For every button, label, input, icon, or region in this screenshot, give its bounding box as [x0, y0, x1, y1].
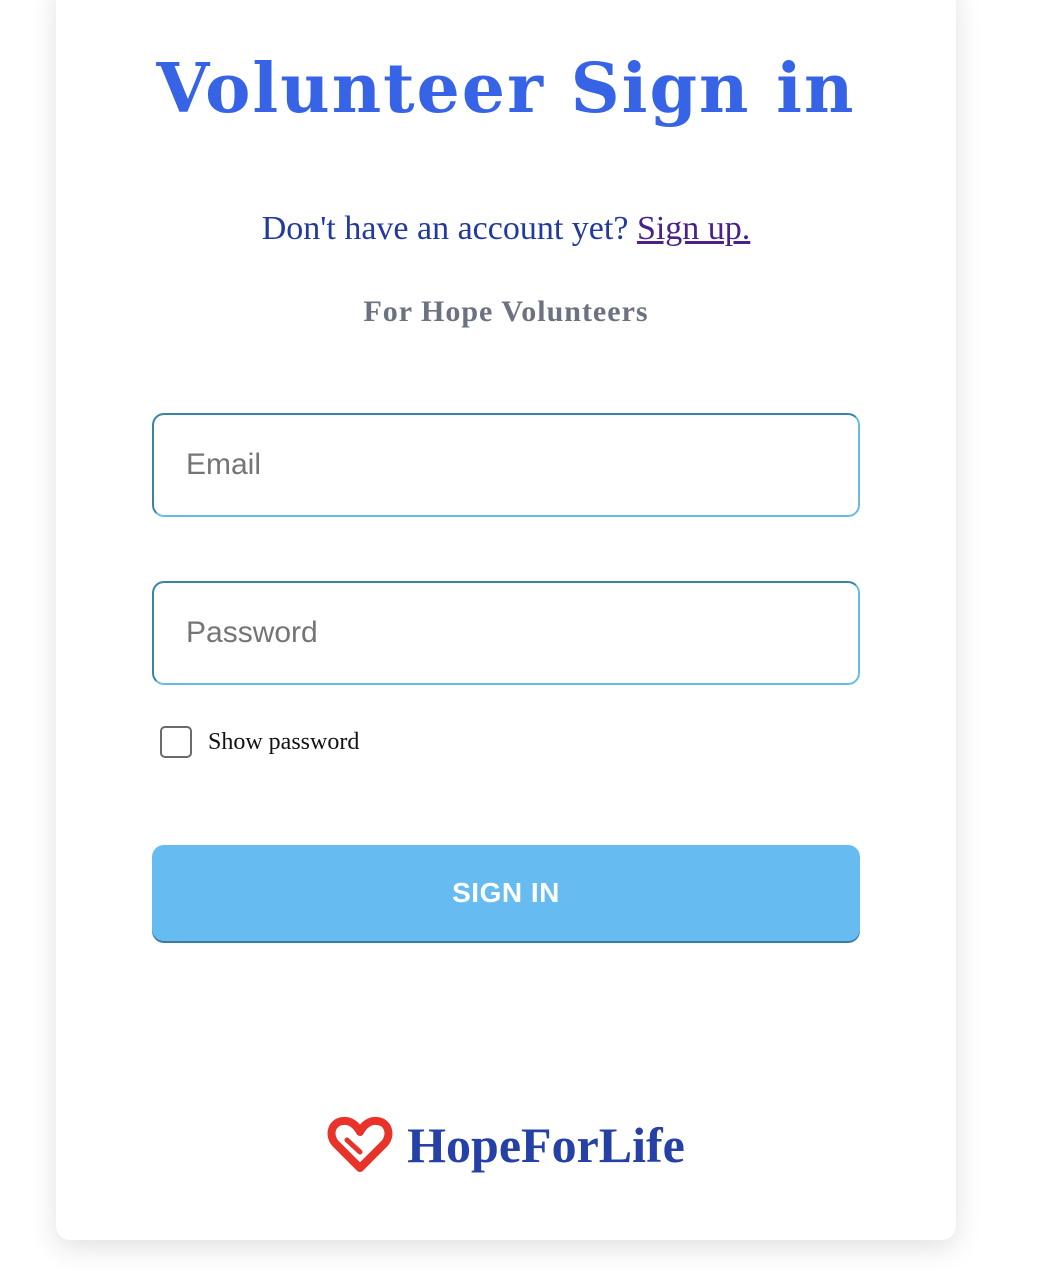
heart-logo-icon — [327, 1116, 393, 1172]
brand-footer: HopeForLife — [56, 1110, 956, 1180]
email-field[interactable] — [152, 413, 860, 517]
sign-in-button[interactable]: SIGN IN — [152, 845, 860, 941]
signup-link[interactable]: Sign up. — [637, 210, 750, 247]
page-title: Volunteer Sign in — [156, 49, 856, 129]
brand-name: HopeForLife — [407, 1117, 685, 1173]
signup-prompt-text: Don't have an account yet? — [261, 210, 629, 247]
password-field[interactable] — [152, 581, 860, 685]
show-password-row[interactable]: Show password — [160, 726, 359, 758]
signup-prompt-line: Don't have an account yet? Sign up. — [56, 210, 956, 247]
page-subtitle: For Hope Volunteers — [363, 295, 649, 328]
show-password-label: Show password — [208, 728, 360, 755]
show-password-checkbox[interactable] — [160, 726, 192, 758]
sign-in-card: Volunteer Sign in Don't have an account … — [56, 0, 956, 1240]
